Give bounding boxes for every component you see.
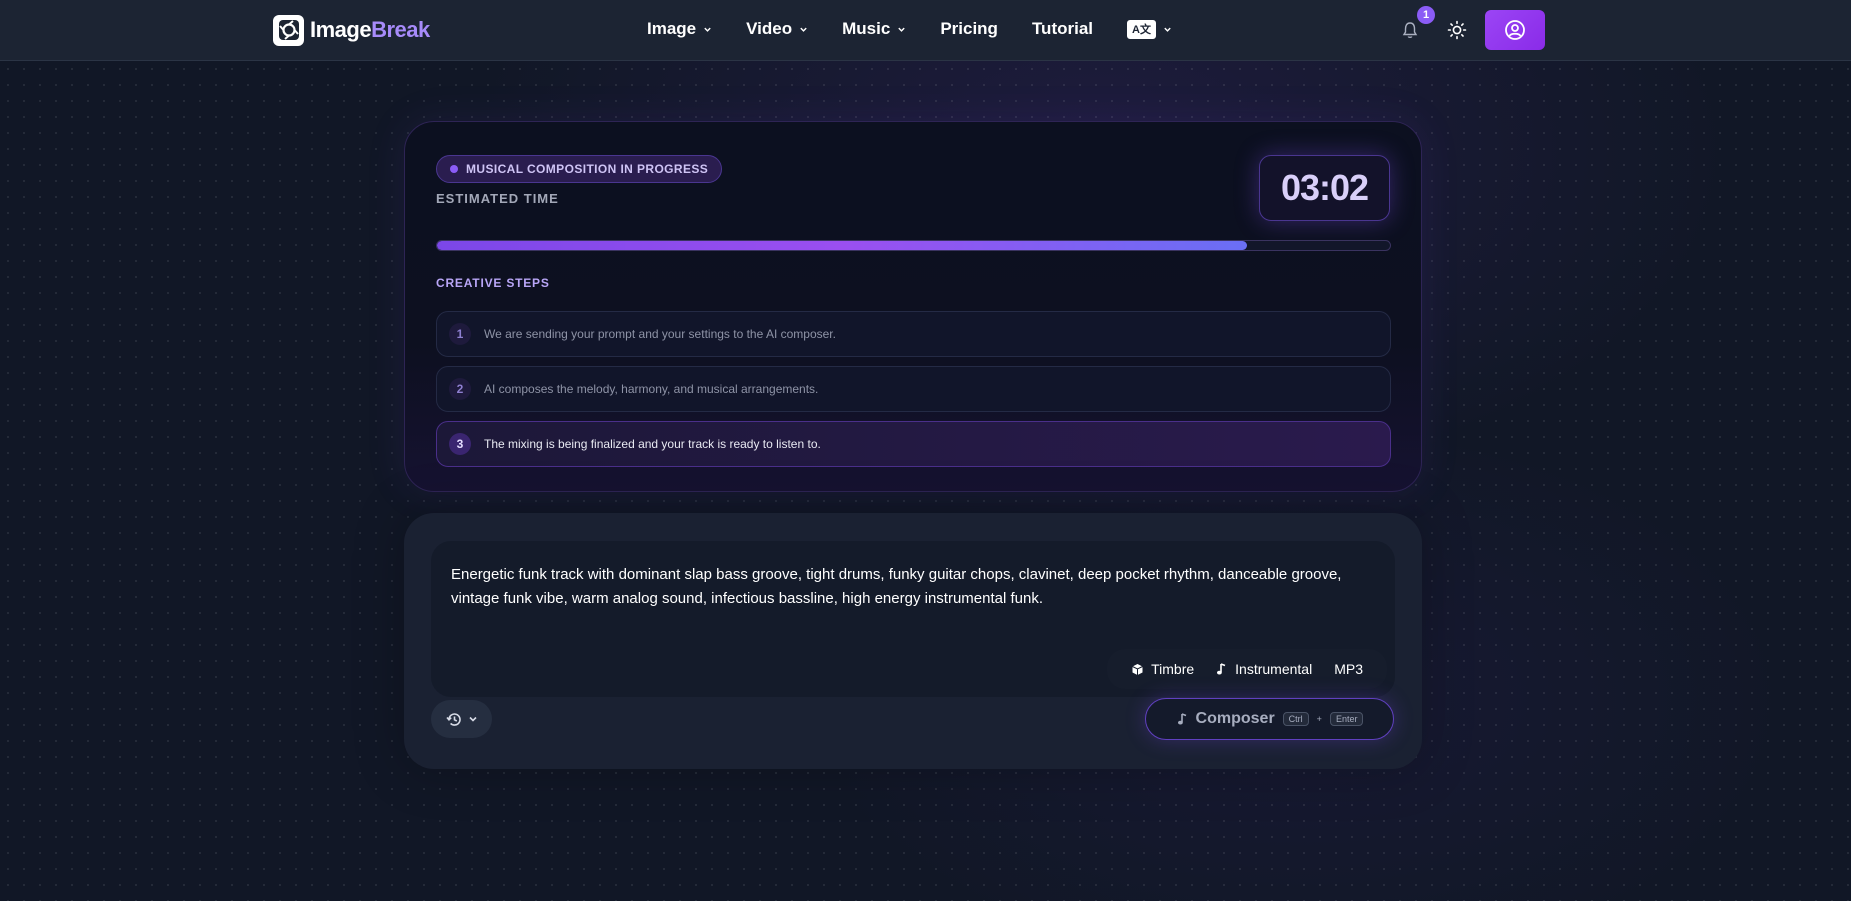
step-item: 1 We are sending your prompt and your se… (436, 311, 1391, 357)
notification-badge: 1 (1417, 6, 1435, 24)
nav-item-pricing[interactable]: Pricing (940, 19, 998, 39)
history-dropdown-button[interactable] (431, 700, 492, 738)
logo-icon (273, 14, 304, 46)
nav-item-tutorial[interactable]: Tutorial (1032, 19, 1093, 39)
bell-icon[interactable] (1401, 20, 1419, 40)
main-nav: Image Video Music Pricing Tutorial A文 (647, 19, 1206, 39)
status-text: MUSICAL COMPOSITION IN PROGRESS (466, 162, 709, 176)
compose-label: Composer (1195, 710, 1275, 727)
instrumental-label: Instrumental (1235, 661, 1313, 677)
progress-bar-fill (437, 241, 1248, 250)
status-dot-icon (450, 165, 458, 173)
top-navbar: ImageBreak Image Video Music Pricing Tut… (0, 0, 1851, 61)
nav-item-music[interactable]: Music (842, 19, 906, 39)
compose-button[interactable]: Composer Ctrl + Enter (1145, 698, 1394, 740)
kbd-enter: Enter (1329, 712, 1364, 726)
language-selector[interactable]: A文 (1127, 19, 1172, 39)
step-item-active: 3 The mixing is being finalized and your… (436, 421, 1391, 467)
nav-item-label: Music (842, 19, 891, 38)
step-item: 2 AI composes the melody, harmony, and m… (436, 366, 1391, 412)
format-label: MP3 (1334, 661, 1363, 677)
composition-progress-card: MUSICAL COMPOSITION IN PROGRESS ESTIMATE… (404, 121, 1422, 492)
prompt-card: Energetic funk track with dominant slap … (404, 513, 1422, 769)
step-number: 3 (449, 433, 471, 455)
history-icon (445, 712, 461, 726)
logo-text: ImageBreak (310, 17, 430, 42)
nav-item-label: Video (746, 19, 793, 38)
cube-icon (1132, 663, 1143, 675)
step-number: 1 (449, 323, 471, 345)
nav-item-image[interactable]: Image (647, 19, 712, 39)
nav-item-label: Pricing (940, 19, 998, 38)
creative-steps-title: CREATIVE STEPS (436, 276, 550, 290)
progress-bar (436, 240, 1391, 251)
prompt-textarea[interactable]: Energetic funk track with dominant slap … (451, 563, 1371, 611)
prompt-input-area[interactable]: Energetic funk track with dominant slap … (431, 541, 1395, 697)
user-circle-icon (1505, 20, 1525, 40)
status-badge: MUSICAL COMPOSITION IN PROGRESS (436, 155, 723, 183)
music-note-icon (1177, 713, 1186, 725)
format-option[interactable]: MP3 (1334, 661, 1363, 677)
instrumental-option[interactable]: Instrumental (1216, 661, 1312, 677)
nav-item-label: Image (647, 19, 697, 38)
music-note-icon (1217, 663, 1226, 675)
countdown-timer: 03:02 (1259, 155, 1390, 221)
timbre-label: Timbre (1151, 661, 1195, 677)
chevron-down-icon (800, 27, 807, 32)
chevron-down-icon (704, 27, 711, 32)
chevron-down-icon (468, 716, 477, 722)
chevron-down-icon (898, 27, 906, 32)
nav-item-label: Tutorial (1031, 19, 1094, 38)
step-text: We are sending your prompt and your sett… (484, 327, 836, 341)
step-number: 2 (449, 378, 471, 400)
kbd-ctrl: Ctrl (1282, 712, 1309, 726)
user-account-button[interactable] (1485, 10, 1545, 50)
timbre-option[interactable]: Timbre (1131, 661, 1194, 677)
step-text: AI composes the melody, harmony, and mus… (484, 382, 819, 396)
nav-item-video[interactable]: Video (746, 19, 808, 39)
kbd-plus: + (1316, 714, 1322, 724)
step-text: The mixing is being finalized and your t… (484, 437, 821, 451)
estimated-time-label: ESTIMATED TIME (436, 191, 559, 206)
prompt-options-bar: Timbre Instrumental MP3 (1107, 649, 1387, 689)
sun-icon[interactable] (1447, 20, 1467, 40)
logo[interactable]: ImageBreak (273, 14, 430, 46)
chevron-down-icon (1164, 27, 1171, 32)
translate-icon: A文 (1127, 19, 1157, 39)
